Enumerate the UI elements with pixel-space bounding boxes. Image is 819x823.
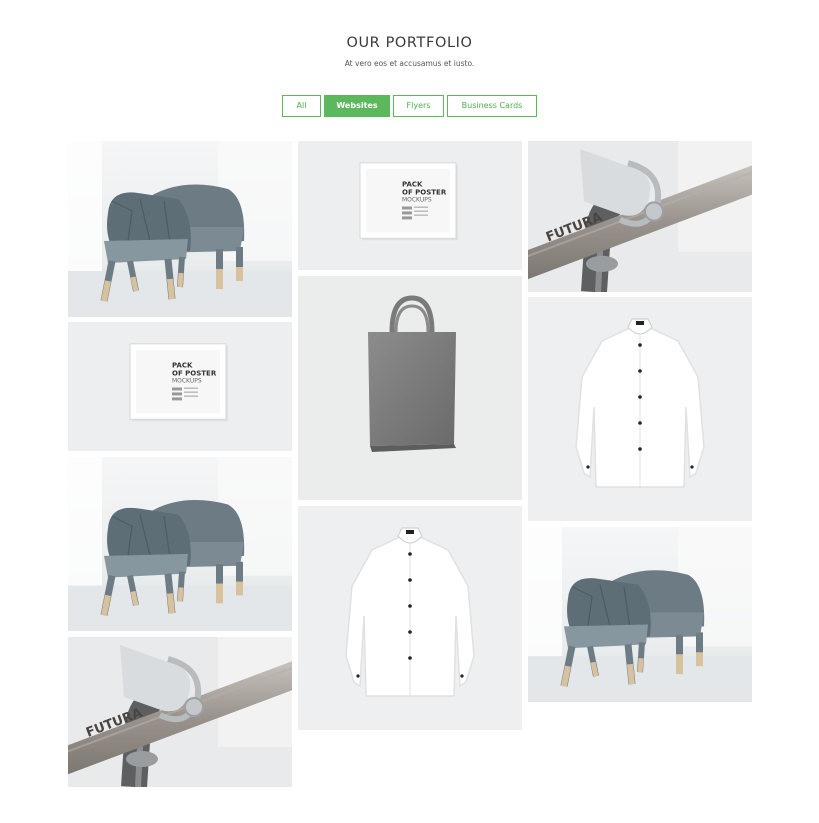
poster-line-3: MOCKUPS — [402, 197, 432, 204]
chair-image — [528, 527, 752, 702]
portfolio-item-chair[interactable] — [68, 457, 292, 631]
chair-image — [68, 141, 292, 317]
portfolio-item-poster[interactable]: PACK OF POSTER MOCKUPS — [68, 322, 292, 451]
portfolio-item-tote-bag[interactable] — [298, 276, 522, 500]
section-title: OUR PORTFOLIO — [346, 35, 473, 51]
bike-handlebar-image: FUTURA — [68, 637, 292, 787]
poster-line-2: OF POSTER — [172, 370, 217, 378]
shirt-image — [528, 297, 752, 521]
portfolio-item-shirt[interactable] — [298, 506, 522, 730]
filter-websites-button[interactable]: Websites — [324, 95, 390, 117]
portfolio-filters: All Websites Flyers Business Cards — [0, 95, 819, 119]
chair-image — [68, 457, 292, 631]
bike-handlebar-image: FUTURA — [528, 141, 752, 292]
poster-line-2: OF POSTER — [402, 189, 447, 197]
filter-all-button[interactable]: All — [282, 95, 321, 117]
poster-line-1: PACK — [402, 181, 423, 189]
section-subtitle: At vero eos et accusamus et iusto. — [344, 59, 475, 68]
poster-line-1: PACK — [172, 362, 193, 370]
poster-frame-image: PACK OF POSTER MOCKUPS — [298, 141, 522, 270]
portfolio-item-shirt[interactable] — [528, 297, 752, 521]
portfolio-item-bike[interactable]: FUTURA — [528, 141, 752, 292]
filter-business-cards-button[interactable]: Business Cards — [447, 95, 537, 117]
filter-flyers-button[interactable]: Flyers — [393, 95, 444, 117]
poster-line-3: MOCKUPS — [172, 378, 202, 385]
tote-bag-image — [298, 276, 522, 500]
shirt-image — [298, 506, 522, 730]
portfolio-item-bike[interactable]: FUTURA — [68, 637, 292, 787]
portfolio-item-poster[interactable]: PACK OF POSTER MOCKUPS — [298, 141, 522, 270]
portfolio-item-chair[interactable] — [528, 527, 752, 702]
poster-frame-image: PACK OF POSTER MOCKUPS — [68, 322, 292, 451]
portfolio-item-chair[interactable] — [68, 141, 292, 317]
